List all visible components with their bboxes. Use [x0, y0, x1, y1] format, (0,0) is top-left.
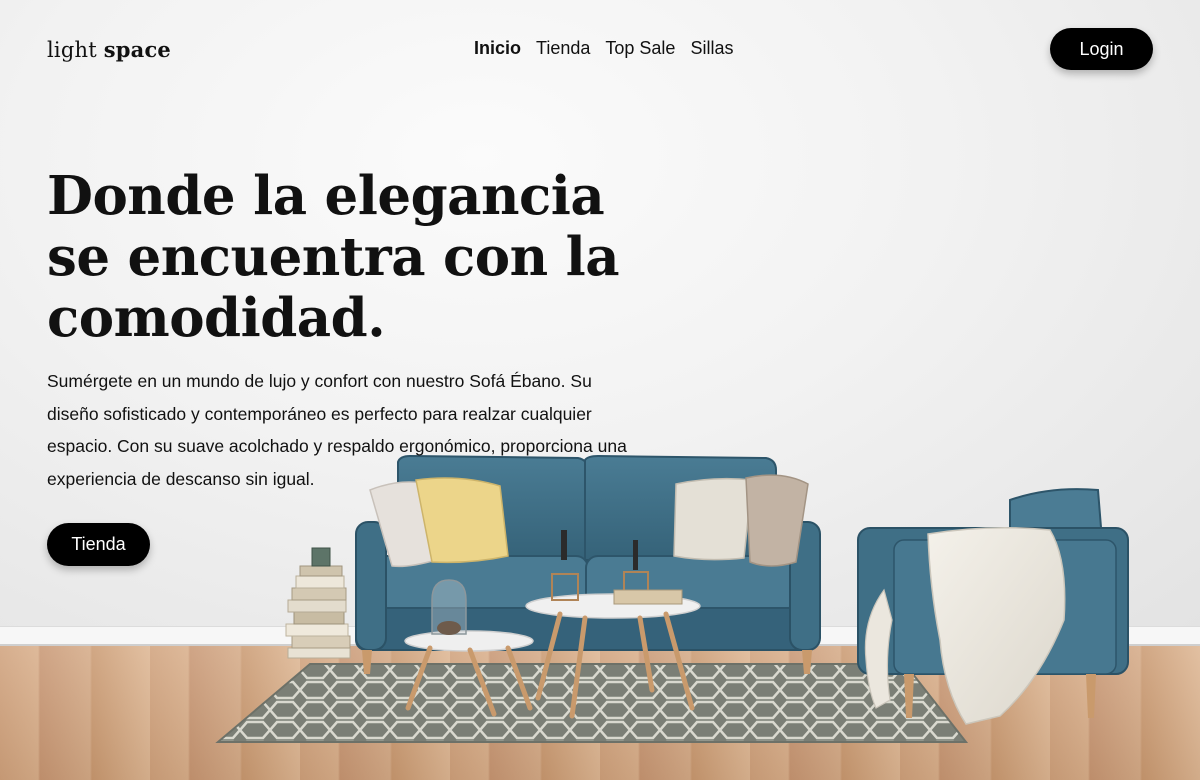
brand-logo[interactable]: light space — [47, 37, 171, 62]
nav-item-inicio[interactable]: Inicio — [474, 38, 521, 59]
main-nav: Inicio Tienda Top Sale Sillas — [474, 38, 733, 59]
book-stack — [285, 547, 351, 659]
nav-item-tienda[interactable]: Tienda — [536, 38, 590, 59]
logo-light-text: light — [47, 38, 97, 62]
patterned-rug — [215, 663, 969, 743]
nav-item-top-sale[interactable]: Top Sale — [605, 38, 675, 59]
login-button[interactable]: Login — [1050, 28, 1153, 70]
hero-description: Sumérgete en un mundo de lujo y confort … — [47, 371, 627, 489]
nav-item-sillas[interactable]: Sillas — [690, 38, 733, 59]
hero-title: Donde la elegancia se encuentra con la c… — [47, 165, 620, 349]
logo-space-text: space — [103, 37, 171, 62]
shop-cta-button[interactable]: Tienda — [47, 523, 150, 566]
